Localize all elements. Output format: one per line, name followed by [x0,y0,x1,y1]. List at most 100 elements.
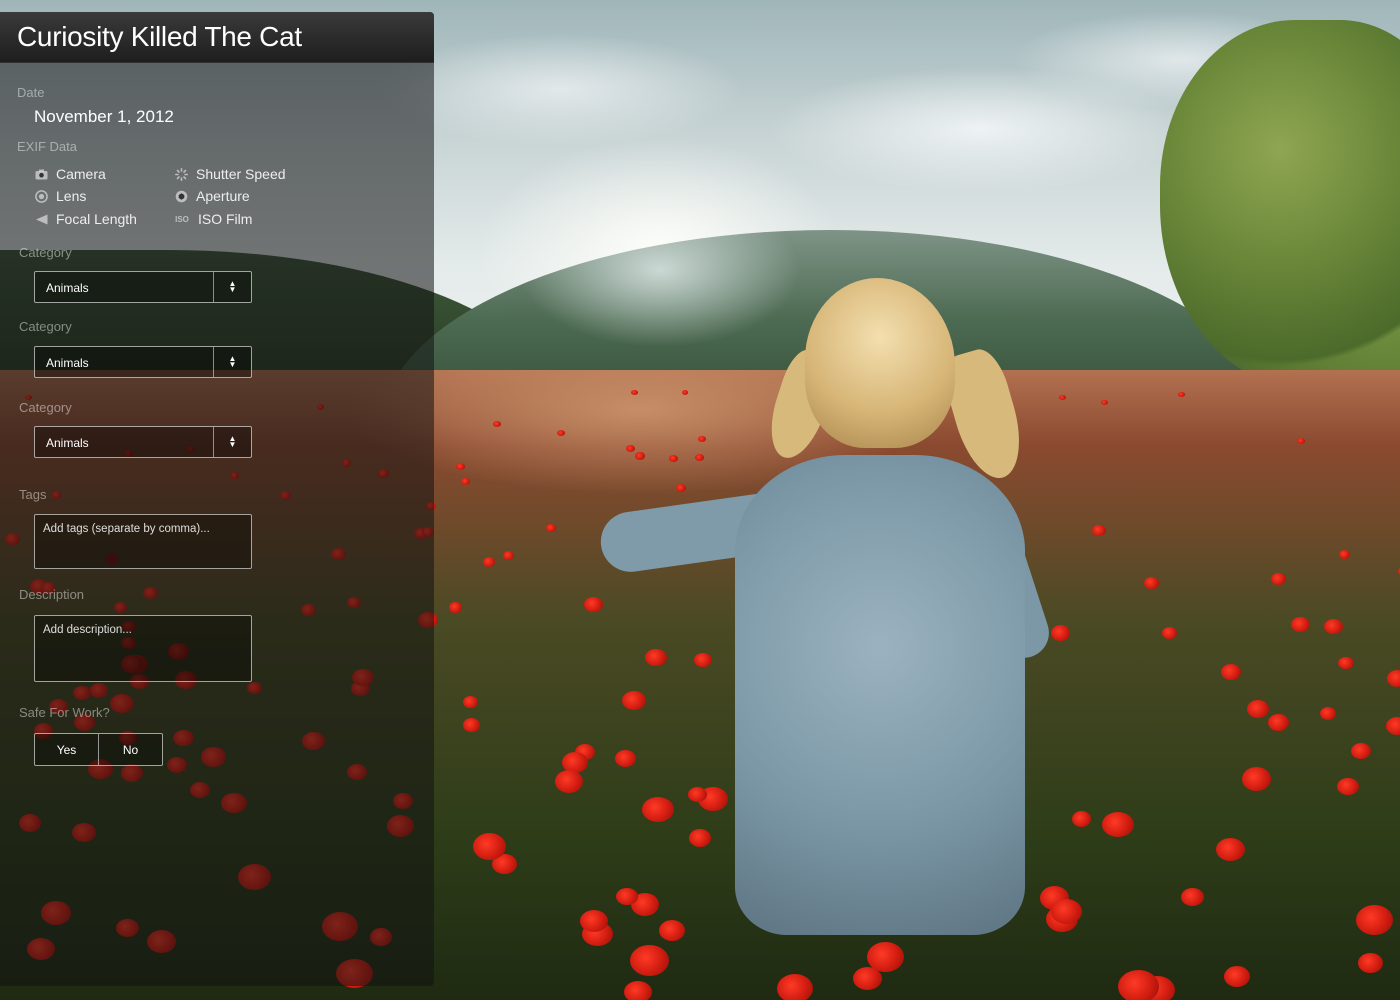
poppy-flower [642,797,674,822]
poppy-flower [449,602,462,613]
poppy-flower [1338,657,1354,669]
exif-camera: Camera [34,166,106,182]
lens-icon [34,189,48,203]
poppy-flower [682,390,688,395]
poppy-flower [1339,550,1350,559]
poppy-flower [1101,400,1108,405]
poppy-flower [1102,812,1134,837]
poppy-flower [1051,625,1070,641]
poppy-flower [1324,619,1343,634]
poppy-flower [1181,888,1204,906]
poppy-flower [461,478,470,485]
poppy-flower [1092,525,1106,536]
category-label: Category [19,245,72,260]
category-select-value: Animals [46,436,89,450]
poppy-flower [1358,953,1383,973]
exif-aperture-label: Aperture [196,188,250,204]
sfw-no-button[interactable]: No [98,734,162,765]
poppy-flower [584,597,603,612]
category-select-value: Animals [46,281,89,295]
poppy-flower [616,888,638,905]
poppy-flower [1268,714,1289,731]
poppy-flower [1178,392,1185,397]
poppy-flower [1297,438,1305,444]
exif-shutter-speed: Shutter Speed [174,166,286,182]
poppy-flower [1216,838,1245,861]
poppy-flower [645,649,667,666]
poppy-flower [493,421,501,427]
poppy-flower [483,557,495,567]
poppy-flower [456,463,465,470]
exif-aperture: Aperture [174,188,250,204]
poppy-flower [688,787,707,802]
poppy-flower [1051,899,1082,924]
poppy-flower [1351,743,1371,759]
date-label: Date [17,85,45,100]
poppy-flower [463,718,480,732]
title-bar: Curiosity Killed The Cat [0,12,434,62]
focal-length-icon [34,212,48,226]
aperture-icon [174,189,188,203]
poppy-flower [555,770,583,793]
poppy-flower [689,829,711,847]
exif-iso-film: ISO ISO Film [174,211,252,227]
poppy-flower [659,920,685,941]
sfw-yes-button[interactable]: Yes [35,734,98,765]
description-label: Description [19,587,85,602]
select-arrows-icon: ▲ ▼ [213,427,251,457]
poppy-flower [1072,811,1091,827]
poppy-flower [622,691,646,710]
exif-iso-film-label: ISO Film [198,211,253,227]
tags-input[interactable]: Add tags (separate by comma)... [34,514,252,569]
poppy-flower [580,910,608,932]
poppy-flower [1242,767,1271,791]
poppy-flower [1221,664,1241,680]
poppy-flower [777,974,813,1000]
photo-info-panel: Curiosity Killed The Cat Date November 1… [0,12,434,986]
poppy-flower [546,524,556,532]
poppy-flower [1356,905,1393,935]
description-placeholder: Add description... [43,624,132,636]
girl-head [805,278,955,448]
poppy-flower [853,967,882,990]
exif-lens: Lens [34,188,86,204]
poppy-flower [503,551,514,560]
shutter-speed-icon [174,167,188,181]
camera-icon [34,167,48,181]
exif-focal-length: Focal Length [34,211,137,227]
exif-focal-length-label: Focal Length [56,211,137,227]
sfw-toggle: Yes No [34,733,163,766]
category-select[interactable]: Animals ▲ ▼ [34,426,252,458]
poppy-flower [473,833,506,860]
poppy-flower [624,981,652,1000]
poppy-flower [695,454,704,461]
exif-label: EXIF Data [17,139,77,154]
category-select[interactable]: Animals ▲ ▼ [34,346,252,378]
category-label: Category [19,319,72,334]
tags-label: Tags [19,487,47,502]
poppy-flower [694,653,712,667]
poppy-flower [631,390,638,395]
poppy-flower [1247,700,1269,718]
date-value: November 1, 2012 [34,107,174,126]
poppy-flower [615,750,636,767]
description-input[interactable]: Add description... [34,615,252,682]
poppy-flower [557,430,565,436]
poppy-flower [1291,617,1310,632]
poppy-flower [698,436,706,442]
exif-lens-label: Lens [56,188,87,204]
sfw-label: Safe For Work? [19,705,110,720]
poppy-flower [626,445,635,452]
exif-shutter-speed-label: Shutter Speed [196,166,286,182]
poppy-flower [463,696,478,708]
poppy-flower [1059,395,1066,400]
poppy-flower [635,452,645,460]
photo-title: Curiosity Killed The Cat [17,21,302,52]
poppy-flower [1224,966,1250,987]
category-select[interactable]: Animals ▲ ▼ [34,271,252,303]
category-select-value: Animals [46,356,89,370]
poppy-flower [669,455,678,462]
poppy-flower [1271,573,1286,585]
iso-icon: ISO [175,214,189,224]
select-arrows-icon: ▲ ▼ [213,347,251,377]
